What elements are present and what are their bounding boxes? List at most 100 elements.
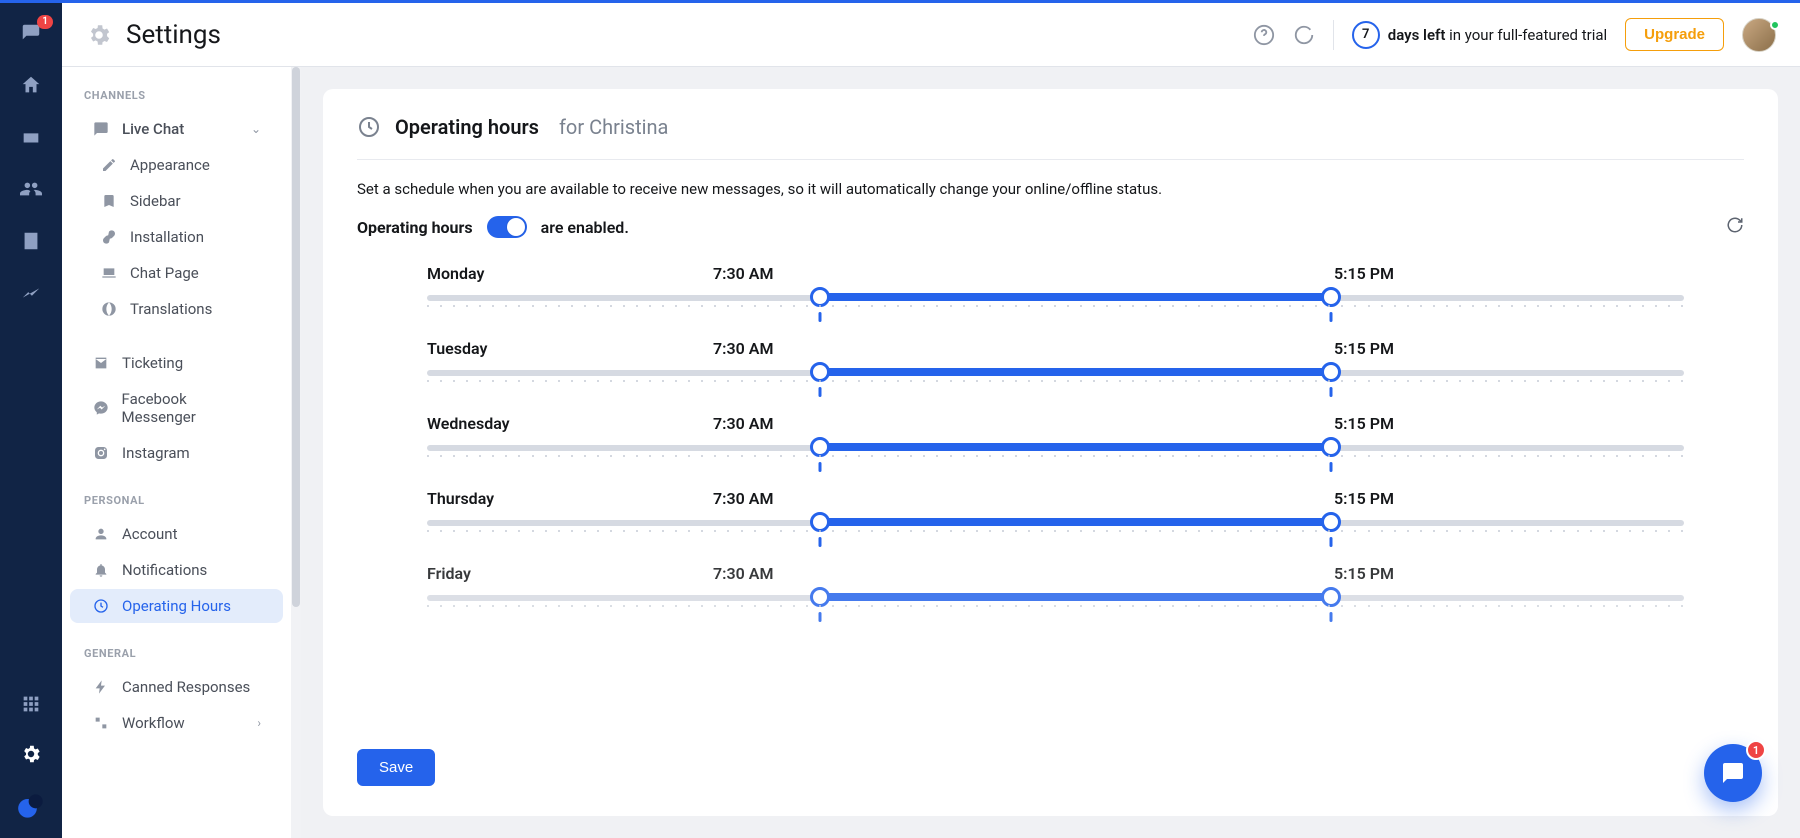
day-slider[interactable] (427, 443, 1684, 453)
sidebar-item-fb-messenger[interactable]: Facebook Messenger (70, 382, 283, 434)
user-icon (92, 525, 110, 543)
slider-handle-end[interactable] (1321, 362, 1341, 382)
sidebar-item-account[interactable]: Account (70, 517, 283, 551)
avatar[interactable] (1742, 18, 1776, 52)
sidebar-item-workflow[interactable]: Workflow › (70, 706, 283, 740)
day-start: 7:30 AM (707, 264, 1056, 283)
sidebar-item-live-chat[interactable]: Live Chat ⌄ (70, 112, 283, 146)
save-button[interactable]: Save (357, 749, 435, 786)
day-end: 5:15 PM (1056, 564, 1405, 583)
card-subtitle: for Christina (559, 115, 668, 139)
slider-handle-start[interactable] (810, 437, 830, 457)
rail-inbox-badge: 1 (37, 15, 53, 29)
content-area: Operating hours for Christina Set a sche… (301, 67, 1800, 838)
card-title: Operating hours (395, 115, 539, 139)
section-personal: PERSONAL (62, 490, 291, 517)
settings-sidebar: CHANNELS Live Chat ⌄ Appearance Sidebar (62, 67, 291, 838)
rail-apps[interactable] (19, 692, 43, 716)
laptop-icon (100, 264, 118, 282)
bell-icon (92, 561, 110, 579)
sidebar-item-appearance[interactable]: Appearance (70, 148, 283, 182)
slider-handle-end[interactable] (1321, 512, 1341, 532)
slider-handle-end[interactable] (1321, 587, 1341, 607)
page-title: Settings (126, 20, 221, 50)
chat-fab-badge: 1 (1746, 740, 1766, 760)
rail-reports[interactable] (19, 281, 43, 305)
sidebar-item-instagram[interactable]: Instagram (70, 436, 283, 470)
slider-handle-start[interactable] (810, 287, 830, 307)
clock-icon (92, 597, 110, 615)
chevron-right-icon: › (257, 716, 261, 730)
sidebar-item-installation[interactable]: Installation (70, 220, 283, 254)
rail-logo (17, 792, 45, 820)
op-hours-status: are enabled. (541, 218, 629, 237)
rail-inbox[interactable]: 1 (19, 21, 43, 45)
slider-handle-start[interactable] (810, 362, 830, 382)
day-start: 7:30 AM (707, 489, 1056, 508)
mail-icon (92, 354, 110, 372)
rail-settings[interactable] (19, 742, 43, 766)
presence-dot (1770, 20, 1780, 30)
bookmark-icon (100, 192, 118, 210)
day-name: Friday (427, 564, 707, 583)
schedule-day: Tuesday7:30 AM5:15 PM (427, 339, 1684, 378)
day-end: 5:15 PM (1056, 339, 1405, 358)
day-name: Tuesday (427, 339, 707, 358)
schedule-day: Thursday7:30 AM5:15 PM (427, 489, 1684, 528)
trial-status: 7 days left in your full-featured trial (1352, 21, 1607, 49)
day-slider[interactable] (427, 593, 1684, 603)
help-icon[interactable] (1253, 24, 1275, 46)
slider-handle-start[interactable] (810, 512, 830, 532)
rail-home[interactable] (19, 73, 43, 97)
day-end: 5:15 PM (1056, 264, 1405, 283)
sidebar-item-notifications[interactable]: Notifications (70, 553, 283, 587)
workflow-icon (92, 714, 110, 732)
op-hours-label: Operating hours (357, 218, 473, 237)
rail-bot[interactable] (19, 125, 43, 149)
sidebar-item-chat-page[interactable]: Chat Page (70, 256, 283, 290)
day-end: 5:15 PM (1056, 414, 1405, 433)
rail-contacts[interactable] (19, 177, 43, 201)
sidebar-item-canned[interactable]: Canned Responses (70, 670, 283, 704)
section-channels: CHANNELS (62, 85, 291, 112)
day-start: 7:30 AM (707, 564, 1056, 583)
sidebar-item-sidebar[interactable]: Sidebar (70, 184, 283, 218)
day-start: 7:30 AM (707, 339, 1056, 358)
schedule-day: Friday7:30 AM5:15 PM (427, 564, 1684, 603)
gear-icon (86, 22, 112, 48)
day-end: 5:15 PM (1056, 489, 1405, 508)
sidebar-item-operating-hours[interactable]: Operating Hours (70, 589, 283, 623)
day-slider[interactable] (427, 293, 1684, 303)
rail-crm[interactable] (19, 229, 43, 253)
nav-rail: 1 (0, 3, 62, 838)
op-hours-toggle[interactable] (487, 216, 527, 238)
chat-icon (92, 120, 110, 138)
day-start: 7:30 AM (707, 414, 1056, 433)
sidebar-item-ticketing[interactable]: Ticketing (70, 346, 283, 380)
slider-handle-end[interactable] (1321, 437, 1341, 457)
refresh-icon[interactable] (1726, 216, 1744, 238)
slider-handle-end[interactable] (1321, 287, 1341, 307)
instagram-icon (92, 444, 110, 462)
header: Settings 7 days left in your full-featur… (62, 3, 1800, 67)
day-slider[interactable] (427, 518, 1684, 528)
globe-icon (100, 300, 118, 318)
bolt-icon (92, 678, 110, 696)
chat-fab[interactable]: 1 (1704, 744, 1762, 802)
section-general: GENERAL (62, 643, 291, 670)
schedule-day: Wednesday7:30 AM5:15 PM (427, 414, 1684, 453)
slider-handle-start[interactable] (810, 587, 830, 607)
link-icon (100, 228, 118, 246)
sync-icon[interactable] (1293, 24, 1315, 46)
sidebar-item-translations[interactable]: Translations (70, 292, 283, 326)
card-description: Set a schedule when you are available to… (357, 180, 1744, 198)
clock-icon (357, 115, 381, 139)
pencil-icon (100, 156, 118, 174)
sidebar-scrollbar[interactable] (291, 67, 301, 838)
messenger-icon (92, 399, 110, 417)
day-name: Thursday (427, 489, 707, 508)
trial-days-circle: 7 (1352, 21, 1380, 49)
schedule-day: Monday7:30 AM5:15 PM (427, 264, 1684, 303)
upgrade-button[interactable]: Upgrade (1625, 18, 1724, 51)
day-slider[interactable] (427, 368, 1684, 378)
